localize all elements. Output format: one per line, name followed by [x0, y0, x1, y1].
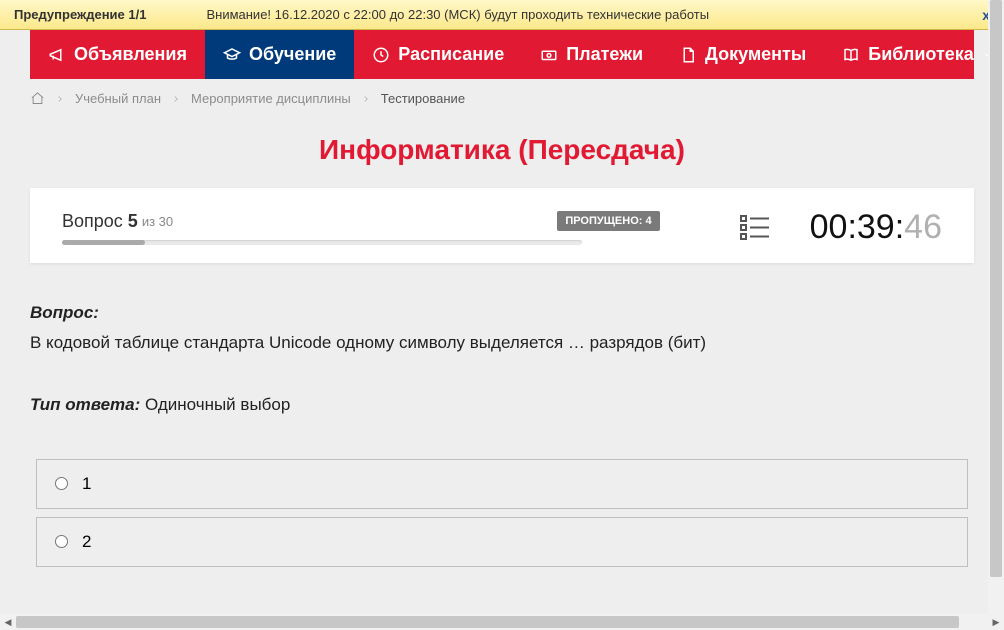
warning-text: Внимание! 16.12.2020 с 22:00 до 22:30 (М…: [206, 7, 982, 22]
main-nav: Объявления Обучение Расписание Платежи Д…: [30, 30, 974, 79]
option-row[interactable]: 2: [36, 517, 968, 567]
vertical-scrollbar[interactable]: [988, 0, 1004, 614]
nav-documents[interactable]: Документы: [661, 30, 824, 79]
nav-announcements[interactable]: Объявления: [30, 30, 205, 79]
progress-fill: [62, 240, 145, 245]
money-icon: [540, 46, 558, 64]
question-heading: Вопрос:: [30, 303, 974, 323]
warning-bar: Предупреждение 1/1 Внимание! 16.12.2020 …: [0, 0, 1004, 30]
timer-minutes: 00: [810, 208, 848, 247]
option-row[interactable]: 1: [36, 459, 968, 509]
page-title: Информатика (Пересдача): [0, 134, 1004, 166]
progress-bar: [62, 240, 582, 245]
nav-education[interactable]: Обучение: [205, 30, 354, 79]
option-label: 1: [82, 474, 91, 494]
chevron-right-icon: [55, 94, 65, 104]
breadcrumb-link[interactable]: Мероприятие дисциплины: [191, 91, 351, 106]
nav-label: Расписание: [398, 44, 504, 65]
nav-label: Библиотека: [868, 44, 974, 65]
nav-label: Обучение: [249, 44, 336, 65]
skipped-badge: ПРОПУЩЕНО: 4: [557, 211, 659, 231]
question-text: В кодовой таблице стандарта Unicode одно…: [30, 331, 974, 355]
nav-label: Платежи: [566, 44, 643, 65]
option-radio[interactable]: [55, 535, 68, 548]
megaphone-icon: [48, 46, 66, 64]
options-list: 1 2: [36, 459, 968, 567]
scroll-left-icon[interactable]: ◀: [0, 614, 16, 630]
question-status-card: Вопрос 5 из 30 ПРОПУЩЕНО: 4 00:39:46: [30, 188, 974, 263]
answer-type: Тип ответа: Одиночный выбор: [30, 395, 974, 415]
scroll-right-icon[interactable]: ▶: [988, 614, 1004, 630]
question-content: Вопрос: В кодовой таблице стандарта Unic…: [30, 303, 974, 567]
question-total: из 30: [142, 214, 173, 229]
timer: 00:39:46: [810, 208, 942, 247]
timer-seconds: 39: [857, 208, 895, 247]
home-icon[interactable]: [30, 91, 45, 106]
book-icon: [842, 46, 860, 64]
document-icon: [679, 46, 697, 64]
option-radio[interactable]: [55, 477, 68, 490]
timer-centis: 46: [904, 208, 942, 247]
horizontal-scrollbar[interactable]: ◀ ▶: [0, 614, 1004, 630]
chevron-right-icon: [171, 94, 181, 104]
breadcrumb-link[interactable]: Учебный план: [75, 91, 161, 106]
nav-schedule[interactable]: Расписание: [354, 30, 522, 79]
nav-payments[interactable]: Платежи: [522, 30, 661, 79]
question-list-icon[interactable]: [740, 214, 770, 242]
warning-counter: Предупреждение 1/1: [14, 7, 146, 22]
breadcrumb-current: Тестирование: [381, 91, 465, 106]
education-icon: [223, 46, 241, 64]
nav-label: Документы: [705, 44, 806, 65]
clock-icon: [372, 46, 390, 64]
breadcrumb: Учебный план Мероприятие дисциплины Тест…: [30, 91, 974, 106]
nav-label: Объявления: [74, 44, 187, 65]
chevron-right-icon: [361, 94, 371, 104]
option-label: 2: [82, 532, 91, 552]
nav-library[interactable]: Библиотека: [824, 30, 1004, 79]
question-number-label: Вопрос 5: [62, 211, 138, 232]
